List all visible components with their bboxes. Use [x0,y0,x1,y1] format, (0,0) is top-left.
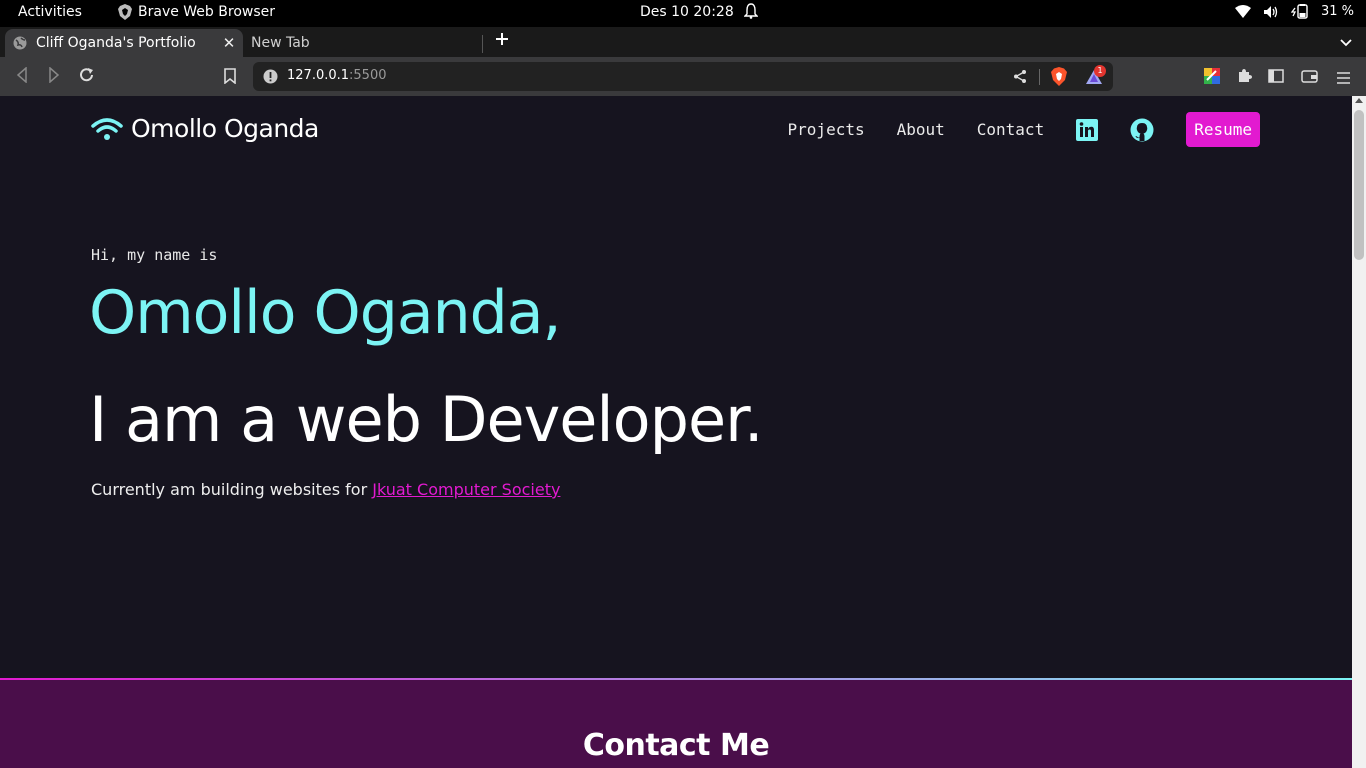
brave-app-icon [118,4,132,20]
tab-search-chevron-icon[interactable] [1340,32,1352,51]
app-menu[interactable]: Brave Web Browser [118,4,275,20]
brave-shields-icon[interactable] [1051,67,1067,86]
wifi-logo-icon [91,117,123,140]
hero-role: I am a web Developer. [89,383,764,456]
tab-divider [482,35,483,53]
globe-icon [13,36,27,50]
reload-icon[interactable] [79,67,95,87]
system-tray[interactable]: 31 % [1234,4,1354,19]
tab-strip: Cliff Oganda's Portfolio ✕ New Tab [0,27,1366,57]
main-menu-icon[interactable] [1337,69,1350,88]
sidebar-toggle-icon[interactable] [1268,68,1284,87]
nav-about-link[interactable]: About [897,120,945,139]
tab-title: New Tab [251,35,310,51]
forward-icon[interactable] [48,66,60,87]
jkuat-link[interactable]: Jkuat Computer Society [372,480,560,499]
scroll-up-arrow-icon[interactable] [1355,98,1363,103]
tab-title: Cliff Oganda's Portfolio [36,35,196,51]
brave-rewards-icon[interactable]: 1 [1085,65,1106,90]
clock[interactable]: Des 10 20:28 [640,4,734,20]
back-icon[interactable] [16,66,28,87]
site-brand[interactable]: Omollo Oganda [91,114,319,143]
hero-name: Omollo Oganda, [89,278,562,348]
url-text[interactable]: 127.0.0.1:5500 [287,68,387,83]
alarm-bell-icon [743,3,759,23]
new-tab-plus-icon[interactable] [495,29,509,51]
color-picker-extension-icon[interactable] [1204,68,1220,88]
brand-name: Omollo Oganda [131,114,319,143]
resume-button[interactable]: Resume [1186,112,1260,147]
address-bar[interactable]: 127.0.0.1:5500 1 [253,62,1113,91]
share-icon[interactable] [1013,69,1027,84]
site-nav: Projects About Contact Resume [788,112,1260,147]
linkedin-icon[interactable] [1076,118,1099,141]
greeting-text: Hi, my name is [91,246,218,264]
web-page: Omollo Oganda Projects About Contact Res… [0,96,1352,768]
nav-contact-link[interactable]: Contact [977,120,1044,139]
page-scrollbar[interactable] [1352,96,1366,768]
browser-toolbar: 127.0.0.1:5500 1 [0,57,1366,96]
contact-heading: Contact Me [582,728,770,763]
battery-percent: 31 % [1320,4,1354,19]
site-info-icon[interactable] [263,69,278,84]
address-bar-divider [1039,69,1040,85]
wallet-icon[interactable] [1301,68,1318,87]
app-name: Brave Web Browser [138,4,275,20]
github-icon[interactable] [1130,118,1154,142]
rewards-badge: 1 [1094,65,1106,77]
activities-button[interactable]: Activities [18,4,82,20]
gradient-divider [0,678,1352,680]
tagline: Currently am building websites for Jkuat… [91,480,560,499]
bookmark-icon[interactable] [224,68,236,88]
tab-portfolio[interactable]: Cliff Oganda's Portfolio ✕ [5,29,243,57]
close-tab-icon[interactable]: ✕ [219,34,239,52]
volume-icon [1263,5,1278,18]
contact-section: Contact Me [0,678,1352,768]
battery-icon [1290,4,1308,19]
scrollbar-thumb[interactable] [1354,110,1364,260]
nav-projects-link[interactable]: Projects [788,120,865,139]
tab-new-tab[interactable]: New Tab [243,29,483,57]
wifi-icon [1234,5,1251,18]
tagline-prefix: Currently am building websites for [91,480,373,499]
extensions-puzzle-icon[interactable] [1237,68,1252,87]
system-top-bar: Activities Brave Web Browser Des 10 20:2… [0,0,1366,27]
